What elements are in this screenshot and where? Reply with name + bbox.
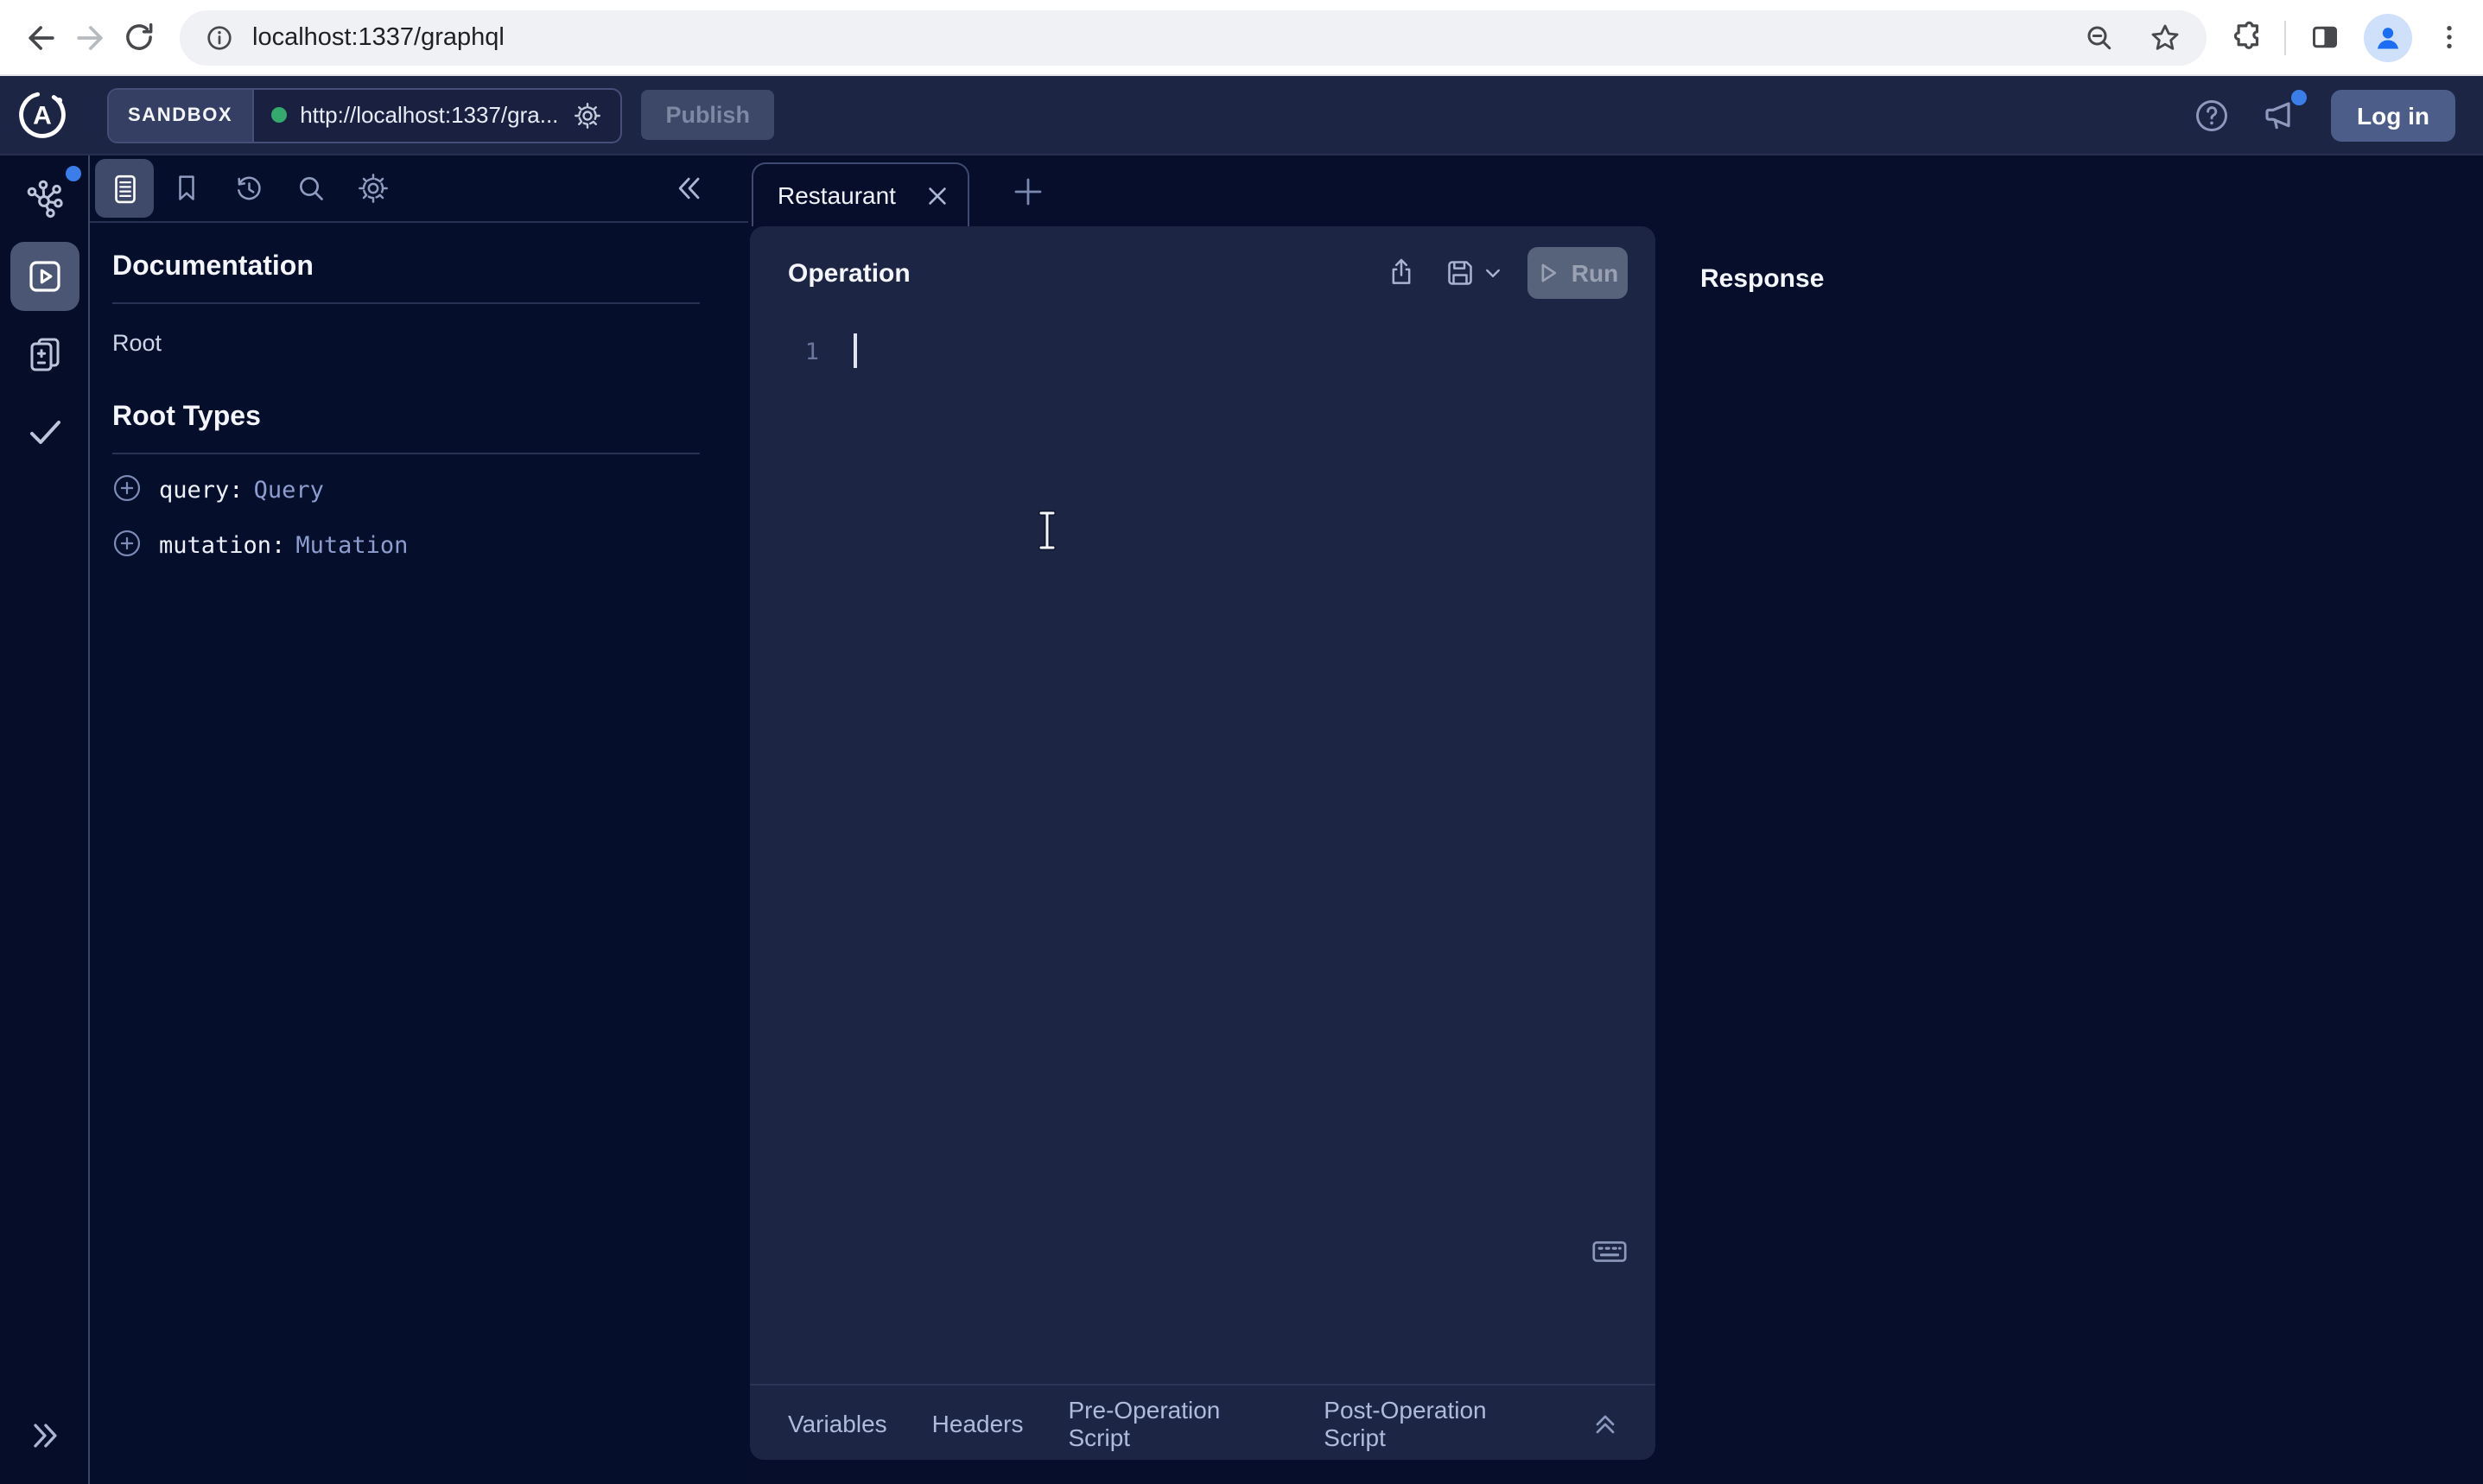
tab-explorer-settings[interactable]: [344, 159, 403, 218]
endpoint-input-group: SANDBOX http://localhost:1337/gra...: [107, 87, 622, 143]
toolbar-separator: [2284, 20, 2286, 54]
connection-status-dot: [270, 107, 286, 123]
side-panel-icon[interactable]: [2307, 19, 2343, 55]
sidebar-item-checks[interactable]: [10, 397, 79, 466]
apollo-logo-icon[interactable]: A: [16, 88, 69, 142]
address-bar[interactable]: localhost:1337/graphql: [180, 10, 2207, 65]
tab-label: Restaurant: [778, 181, 924, 209]
browser-actions: [2227, 13, 2466, 61]
announcements-megaphone-icon[interactable]: [2260, 94, 2302, 136]
left-rail: [0, 155, 90, 1484]
divider: [112, 453, 700, 454]
save-floppy-icon[interactable]: [1443, 256, 1477, 290]
field-name: mutation:: [159, 531, 285, 559]
tab-search[interactable]: [282, 159, 340, 218]
announcements-notification-dot: [2291, 89, 2307, 105]
connection-settings-gear-icon[interactable]: [572, 99, 603, 130]
sidebar-item-explorer[interactable]: [10, 242, 79, 311]
field-type-link[interactable]: Mutation: [295, 531, 408, 559]
tab-pre-operation-script[interactable]: Pre-Operation Script: [1069, 1395, 1280, 1450]
site-info-icon[interactable]: [204, 22, 235, 53]
mutation-type-row[interactable]: mutation: Mutation: [112, 520, 700, 565]
reload-icon[interactable]: [114, 13, 162, 61]
tab-history[interactable]: [219, 159, 278, 218]
operation-tabbar: Restaurant: [748, 155, 2483, 226]
document-lines-icon: [106, 170, 143, 206]
endpoint-url-input[interactable]: http://localhost:1337/gra...: [300, 102, 558, 128]
browser-toolbar: localhost:1337/graphql: [0, 0, 2483, 76]
response-title: Response: [1700, 264, 1824, 294]
forward-icon[interactable]: [66, 13, 114, 61]
history-clock-icon: [232, 171, 266, 206]
profile-avatar[interactable]: [2364, 13, 2412, 61]
bookmark-icon: [169, 171, 204, 206]
run-label: Run: [1572, 259, 1618, 287]
environment-badge: SANDBOX: [109, 89, 253, 141]
operation-footer: Variables Headers Pre-Operation Script P…: [750, 1384, 1655, 1460]
circle-plus-icon[interactable]: [112, 528, 142, 557]
root-types-title: Root Types: [112, 403, 700, 434]
response-panel: Response: [1655, 226, 2483, 1484]
checkmark-icon: [23, 411, 65, 453]
sidebar-item-changelog[interactable]: [10, 320, 79, 389]
keyboard-shortcuts-icon[interactable]: [1590, 1232, 1629, 1272]
login-button[interactable]: Log in: [2331, 89, 2455, 141]
tab-variables[interactable]: Variables: [788, 1409, 887, 1436]
new-tab-icon[interactable]: [1011, 174, 1045, 208]
schema-graph-icon: [23, 178, 65, 219]
collapse-panel-icon[interactable]: [672, 171, 707, 206]
apollo-header: A SANDBOX http://localhost:1337/gra... P…: [0, 76, 2483, 155]
schema-notification-dot: [66, 166, 81, 181]
documentation-panel: Documentation Root Root Types query: Quer…: [90, 155, 748, 1484]
run-button[interactable]: Run: [1527, 247, 1628, 299]
apollo-sandbox-app: localhost:1337/graphql: [0, 0, 2483, 1484]
operation-editor[interactable]: 1: [750, 320, 1655, 1384]
line-number: 1: [795, 335, 819, 370]
tab-documentation[interactable]: [95, 159, 154, 218]
extensions-icon[interactable]: [2227, 19, 2264, 55]
operation-title: Operation: [788, 258, 911, 288]
documentation-toolbar: [90, 155, 748, 223]
expand-rail-icon[interactable]: [25, 1417, 63, 1455]
svg-text:A: A: [33, 101, 52, 130]
query-type-row[interactable]: query: Query: [112, 465, 700, 510]
tab-post-operation-script[interactable]: Post-Operation Script: [1324, 1395, 1545, 1450]
expand-footer-icon[interactable]: [1590, 1407, 1621, 1438]
bookmark-star-icon[interactable]: [2148, 20, 2182, 54]
browser-menu-icon[interactable]: [2433, 21, 2466, 54]
circle-plus-icon[interactable]: [112, 472, 142, 502]
save-menu-chevron-icon[interactable]: [1483, 263, 1503, 283]
search-icon: [294, 171, 328, 206]
diff-pages-icon: [23, 333, 65, 375]
field-name: query:: [159, 476, 244, 504]
help-icon[interactable]: [2193, 96, 2231, 134]
zoom-out-icon[interactable]: [2082, 20, 2117, 54]
save-operation-group[interactable]: [1443, 256, 1503, 290]
url-text[interactable]: localhost:1337/graphql: [252, 23, 505, 51]
tab-headers[interactable]: Headers: [932, 1409, 1024, 1436]
tab-restaurant[interactable]: Restaurant: [752, 162, 969, 226]
documentation-title: Documentation: [112, 252, 700, 283]
divider: [112, 302, 700, 304]
close-tab-icon[interactable]: [924, 182, 950, 208]
publish-button[interactable]: Publish: [641, 90, 774, 140]
tab-saved-operations[interactable]: [157, 159, 216, 218]
run-play-icon: [1537, 261, 1561, 285]
field-type-link[interactable]: Query: [254, 476, 324, 504]
explorer-play-square-icon: [23, 256, 65, 297]
gear-icon: [356, 171, 391, 206]
back-icon[interactable]: [17, 13, 66, 61]
operation-panel: Operation: [750, 226, 1655, 1460]
root-breadcrumb[interactable]: Root: [112, 330, 700, 356]
text-caret: [854, 333, 856, 368]
share-operation-icon[interactable]: [1384, 256, 1419, 290]
